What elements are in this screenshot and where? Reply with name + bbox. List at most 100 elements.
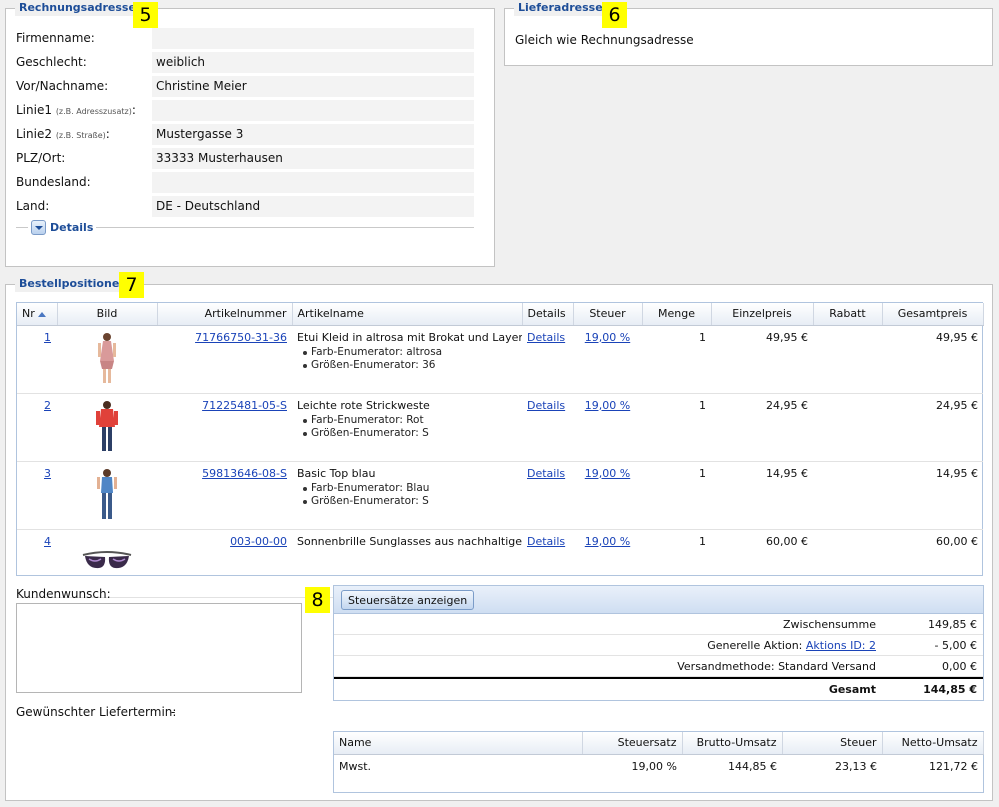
billing-row-company: Firmenname: <box>16 28 474 49</box>
row-product-name: Leichte rote Strickweste <box>297 398 430 412</box>
shipping-value: 0,00 € <box>942 660 977 673</box>
billing-row-state: Bundesland: <box>16 172 474 193</box>
billing-row-line1: Linie1 (z.B. Adresszusatz): <box>16 100 474 121</box>
tax-col-net[interactable]: Netto-Umsatz <box>882 732 984 755</box>
step-marker-8: 8 <box>305 587 330 613</box>
tax-col-gross[interactable]: Brutto-Umsatz <box>682 732 783 755</box>
row-attributes: Farb-Enumerator: Rot Größen-Enumerator: … <box>297 414 517 440</box>
grand-total-value: 144,85 € <box>923 683 977 696</box>
show-tax-rates-button[interactable]: Steuersätze anzeigen <box>341 590 475 610</box>
company-label: Firmenname: <box>16 31 95 45</box>
gender-label: Geschlecht: <box>16 55 87 69</box>
customer-wish-textarea[interactable] <box>16 603 302 693</box>
row-nr-link[interactable]: 4 <box>44 535 51 548</box>
col-header-nr[interactable]: Nr <box>17 303 58 326</box>
tax-col-tax[interactable]: Steuer <box>782 732 883 755</box>
line2-value: Mustergasse 3 <box>152 124 474 145</box>
details-toggle-label[interactable]: Details <box>50 221 93 234</box>
row-product-name: Sonnenbrille Sunglasses aus nachhaltigen… <box>297 534 522 548</box>
table-row: 2 71225481-05-S Leichte rote Strickweste… <box>17 393 983 462</box>
row-attributes: Farb-Enumerator: altrosa Größen-Enumerat… <box>297 346 517 372</box>
list-item: Farb-Enumerator: Rot <box>297 414 517 427</box>
tax-net: 121,72 € <box>929 759 978 773</box>
tax-name: Mwst. <box>339 759 372 773</box>
billing-row-line2: Linie2 (z.B. Straße): Mustergasse 3 <box>16 124 474 145</box>
list-item: Farb-Enumerator: Blau <box>297 482 517 495</box>
billing-row-zip-city: PLZ/Ort: 33333 Musterhausen <box>16 148 474 169</box>
details-toggle[interactable]: Details <box>28 220 97 235</box>
chevron-down-icon[interactable] <box>31 220 46 235</box>
row-nr-link[interactable]: 3 <box>44 467 51 480</box>
billing-row-name: Vor/Nachname: Christine Meier <box>16 76 474 97</box>
subtotal-value: 149,85 € <box>928 618 977 631</box>
delivery-date-label: Gewünschter Liefertermin: <box>16 705 177 719</box>
line1-hint: (z.B. Adresszusatz) <box>55 107 132 116</box>
cardigan-product-image[interactable] <box>79 399 135 453</box>
totals-toolbar: Steuersätze anzeigen <box>334 586 983 614</box>
row-qty: 1 <box>642 325 711 394</box>
dress-product-image[interactable] <box>79 331 135 385</box>
row-nr-link[interactable]: 1 <box>44 331 51 344</box>
billing-address-panel: Rechnungsadresse 5 Firmenname: Geschlech… <box>5 0 495 267</box>
country-value: DE - Deutschland <box>152 196 474 217</box>
zip-city-value: 33333 Musterhausen <box>152 148 474 169</box>
order-positions-panel: Bestellpositionen 7 Nr Bild Artikelnumme… <box>5 272 993 801</box>
product-image[interactable] <box>57 325 157 394</box>
tax-summary-table: Name Steuersatz Brutto-Umsatz Steuer Net… <box>333 731 984 793</box>
tax-col-rate[interactable]: Steuersatz <box>582 732 683 755</box>
top-product-image[interactable] <box>79 467 135 521</box>
table-row: 3 59813646-08-S Basic Top blau Farb-Enum… <box>17 461 983 530</box>
company-value <box>152 28 474 49</box>
table-row: 1 71766750-31-36 Etui Kleid in altrosa m… <box>17 325 983 394</box>
row-sku-link[interactable]: 003-00-00 <box>230 535 287 548</box>
line2-hint: (z.B. Straße) <box>55 131 106 140</box>
row-total: 24,95 € <box>882 393 983 462</box>
product-image[interactable] <box>57 393 157 462</box>
col-header-name[interactable]: Artikelname <box>292 303 523 326</box>
action-id-link[interactable]: Aktions ID: 2 <box>806 639 876 652</box>
sort-ascending-icon[interactable] <box>37 311 46 317</box>
list-item: Größen-Enumerator: 36 <box>297 359 517 372</box>
delivery-address-legend: Lieferadresse <box>514 0 607 16</box>
col-header-total[interactable]: Gesamtpreis <box>882 303 984 326</box>
subtotal-label: Zwischensumme <box>783 618 876 631</box>
tax-col-name[interactable]: Name <box>334 732 583 755</box>
line2-label: Linie2 (z.B. Straße): <box>16 127 110 141</box>
col-header-sku[interactable]: Artikelnummer <box>157 303 293 326</box>
delivery-date-value: - <box>171 705 176 719</box>
table-row: Mwst. 19,00 % 144,85 € 23,13 € 121,72 € <box>334 754 983 778</box>
order-positions-legend: Bestellpositionen <box>15 276 132 292</box>
order-totals-panel: Steuersätze anzeigen Zwischensumme 149,8… <box>333 585 984 701</box>
row-nr-link[interactable]: 2 <box>44 399 51 412</box>
row-details-link[interactable]: Details <box>527 399 565 412</box>
row-total: 14,95 € <box>882 461 983 530</box>
row-sku-link[interactable]: 71225481-05-S <box>202 399 287 412</box>
col-header-image[interactable]: Bild <box>57 303 158 326</box>
row-discount <box>813 325 882 394</box>
tax-gross: 144,85 € <box>728 759 777 773</box>
product-image[interactable] <box>57 461 157 530</box>
billing-row-gender: Geschlecht: weiblich <box>16 52 474 73</box>
row-unit-price: 49,95 € <box>711 325 813 394</box>
name-value: Christine Meier <box>152 76 474 97</box>
col-header-discount[interactable]: Rabatt <box>813 303 883 326</box>
row-tax-link[interactable]: 19,00 % <box>585 467 630 480</box>
col-header-details[interactable]: Details <box>522 303 574 326</box>
row-sku-link[interactable]: 71766750-31-36 <box>195 331 287 344</box>
state-value <box>152 172 474 193</box>
row-sku-link[interactable]: 59813646-08-S <box>202 467 287 480</box>
col-header-tax[interactable]: Steuer <box>573 303 643 326</box>
grand-total-row: Gesamt 144,85 € <box>334 677 983 697</box>
row-discount <box>813 393 882 462</box>
row-details-link[interactable]: Details <box>527 535 565 548</box>
col-header-unit-price[interactable]: Einzelpreis <box>711 303 814 326</box>
col-header-qty[interactable]: Menge <box>642 303 712 326</box>
row-unit-price: 24,95 € <box>711 393 813 462</box>
row-tax-link[interactable]: 19,00 % <box>585 535 630 548</box>
general-action-label: Generelle Aktion: Aktions ID: 2 <box>707 639 876 652</box>
row-details-link[interactable]: Details <box>527 331 565 344</box>
row-tax-link[interactable]: 19,00 % <box>585 331 630 344</box>
sunglasses-product-image[interactable] <box>79 535 135 589</box>
row-tax-link[interactable]: 19,00 % <box>585 399 630 412</box>
row-details-link[interactable]: Details <box>527 467 565 480</box>
